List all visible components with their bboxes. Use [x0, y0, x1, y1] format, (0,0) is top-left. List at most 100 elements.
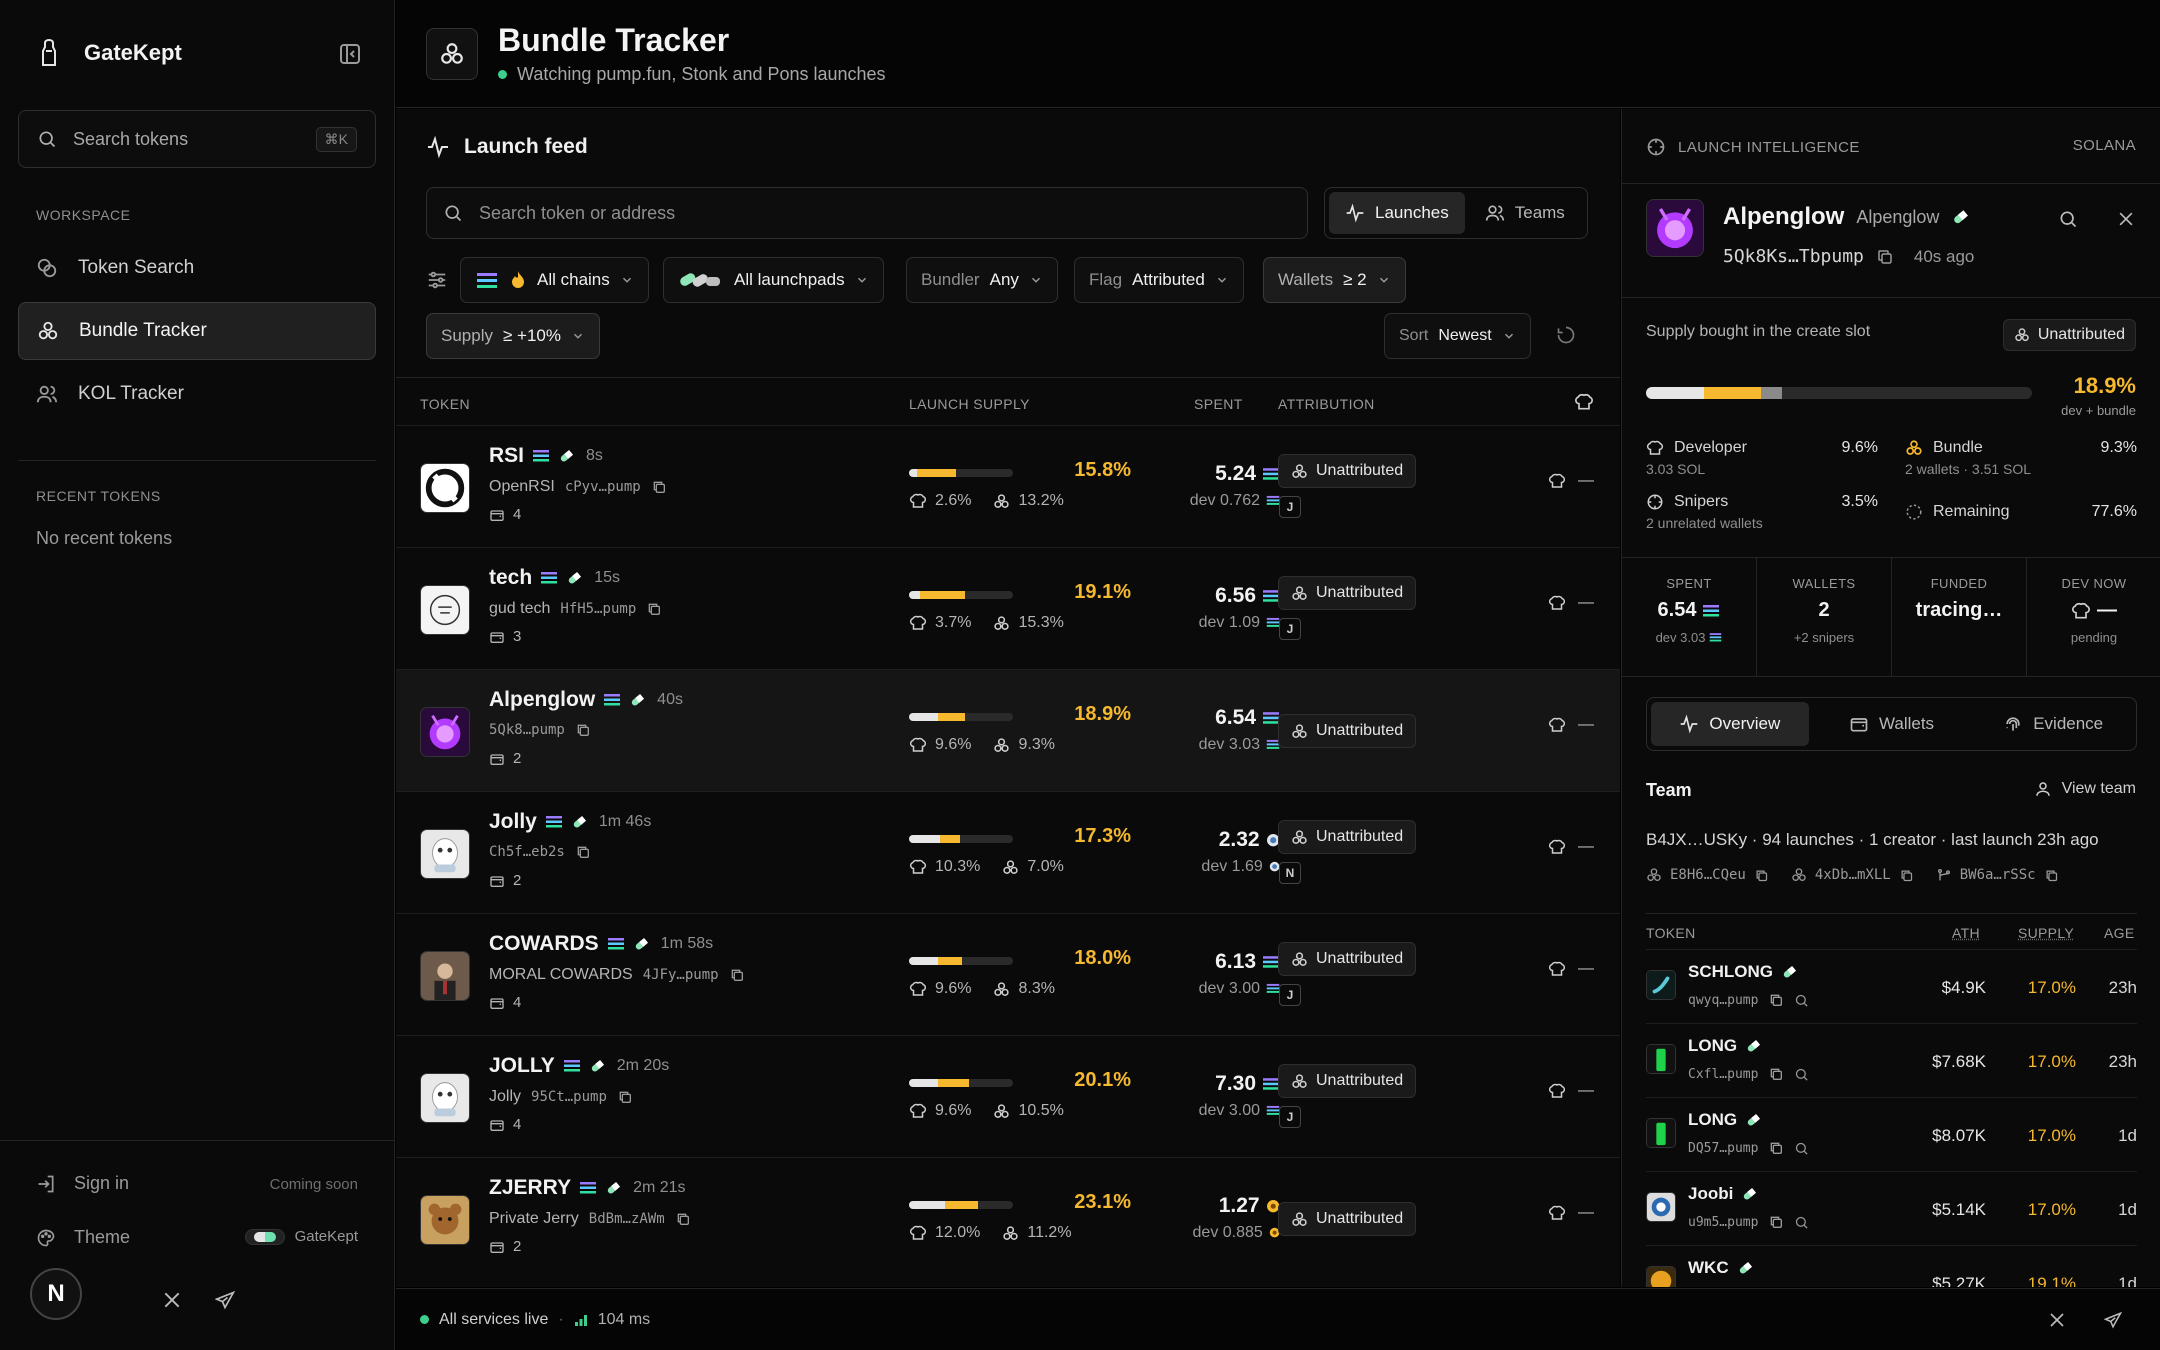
launch-feed: Launch feed Search token or address Laun…: [396, 109, 1620, 1287]
dev-spent-amount: dev 0.762: [1189, 492, 1260, 509]
chains-filter[interactable]: All chains: [460, 257, 649, 303]
copy-button[interactable]: [1768, 1140, 1784, 1156]
sign-in-button[interactable]: Sign in: [36, 1173, 129, 1194]
pill-icon: [635, 937, 648, 950]
view-team-button[interactable]: View team: [2034, 780, 2136, 798]
sort-dropdown[interactable]: Sort Newest: [1384, 313, 1531, 359]
row-actions[interactable]: —: [1548, 716, 1594, 734]
dev-pct: 9.6%: [935, 736, 972, 753]
tab-teams[interactable]: Teams: [1469, 192, 1581, 234]
copy-button[interactable]: [575, 844, 591, 860]
sidebar-item-token-search[interactable]: Token Search: [18, 239, 376, 297]
copy-button[interactable]: [729, 967, 745, 983]
supply-breakdown: 2.6% 13.2%: [909, 492, 1064, 510]
filters-icon[interactable]: [426, 269, 448, 291]
token-age: 40s: [657, 691, 683, 708]
dashed-circle-icon: [1905, 503, 1923, 521]
team-wallet[interactable]: BW6a…rSSc: [1936, 867, 2059, 883]
chef-hat-icon: [909, 615, 927, 630]
table-row[interactable]: ZJERRY 2m 21s Private Jerry BdBm…zAWm 2 23.1%…: [396, 1157, 1620, 1279]
search-icon[interactable]: [2058, 209, 2078, 229]
table-row[interactable]: tech 15s gud tech HfH5…pump 3 19.1% 3.7% 15.3% 6…: [396, 547, 1620, 669]
supply-filter[interactable]: Supply ≥ +10%: [426, 313, 600, 359]
x-icon[interactable]: [2048, 1311, 2066, 1329]
wallet-icon: [490, 631, 504, 643]
collapse-sidebar-icon[interactable]: [338, 42, 362, 66]
bundle-icon: [1292, 951, 1307, 966]
avatar[interactable]: N: [30, 1268, 82, 1320]
brand[interactable]: GateKept: [36, 38, 182, 68]
tab-launches[interactable]: Launches: [1329, 192, 1465, 234]
copy-button[interactable]: [675, 1211, 691, 1227]
copy-button[interactable]: [1768, 1214, 1784, 1230]
theme-row[interactable]: Theme: [36, 1227, 130, 1248]
copy-button[interactable]: [651, 479, 667, 495]
stat-value: 6.54: [1657, 599, 1697, 621]
token-age: 2m 21s: [633, 1179, 686, 1196]
solana-icon: [1266, 1106, 1280, 1116]
telegram-icon[interactable]: [215, 1290, 235, 1310]
pill-icon: [678, 270, 724, 290]
sidebar-item-bundle-tracker[interactable]: Bundle Tracker: [18, 302, 376, 360]
token-search-input[interactable]: Search tokens ⌘K: [18, 110, 376, 168]
refresh-icon[interactable]: [1556, 325, 1576, 345]
search-button[interactable]: [1794, 993, 1809, 1008]
table-row[interactable]: RSI 8s OpenRSI cPyv…pump 4 15.8% 2.6% 13.2% 5.24…: [396, 425, 1620, 547]
row-actions[interactable]: —: [1548, 960, 1594, 978]
search-button[interactable]: [1794, 1067, 1809, 1082]
close-icon[interactable]: [2116, 209, 2136, 229]
workspace-label: WORKSPACE: [36, 207, 131, 223]
theme-toggle[interactable]: GateKept: [244, 1228, 358, 1245]
stats-row: SPENT 6.54 dev 3.03 WALLETS 2 +2 snipers…: [1622, 557, 2160, 677]
list-item[interactable]: LONG Cxfl…pump $7.68K 17.0% 23h: [1646, 1023, 2137, 1097]
supply-bar-bundle: [937, 713, 966, 721]
table-row[interactable]: Jolly 1m 46s Ch5f…eb2s 2 17.3% 10.3% 7.0% 2.32 d…: [396, 791, 1620, 913]
copy-button[interactable]: [617, 1089, 633, 1105]
search-button[interactable]: [1794, 1215, 1809, 1230]
row-actions[interactable]: —: [1548, 838, 1594, 856]
spent-amount: 5.24: [1215, 462, 1256, 485]
tab-wallets[interactable]: Wallets: [1813, 702, 1971, 746]
theme-switch[interactable]: [244, 1228, 285, 1245]
row-actions[interactable]: —: [1548, 594, 1594, 612]
launchpads-filter[interactable]: All launchpads: [663, 257, 884, 303]
row-actions[interactable]: —: [1548, 472, 1594, 490]
bundle-breakdown: Bundle 9.3% 2 wallets · 3.51 SOL: [1905, 439, 2137, 477]
token-image: [420, 585, 470, 635]
row-actions[interactable]: —: [1548, 1204, 1594, 1222]
x-icon[interactable]: [162, 1290, 182, 1310]
table-row[interactable]: COWARDS 1m 58s MORAL COWARDS 4JFy…pump 4 18.0…: [396, 913, 1620, 1035]
dev-pct: 12.0%: [935, 1224, 981, 1241]
table-row[interactable]: Alpenglow 40s 5Qk8…pump 2 18.9% 9.6% 9.3% 6.54 d…: [396, 669, 1620, 791]
list-item[interactable]: WKC $5.27K 19.1% 1d: [1646, 1245, 2137, 1287]
page-subtitle: Watching pump.fun, Stonk and Pons launch…: [498, 64, 886, 85]
copy-button[interactable]: [575, 722, 591, 738]
chip-value: ≥ 2: [1343, 270, 1367, 289]
copy-icon[interactable]: [1876, 248, 1894, 266]
list-item[interactable]: SCHLONG qwyq…pump $4.9K 17.0% 23h: [1646, 949, 2137, 1023]
list-item[interactable]: LONG DQ57…pump $8.07K 17.0% 1d: [1646, 1097, 2137, 1171]
flag-filter[interactable]: Flag Attributed: [1074, 257, 1244, 303]
feed-search-input[interactable]: Search token or address: [426, 187, 1308, 239]
wallet-icon: [490, 1119, 504, 1131]
team-wallet[interactable]: 4xDb…mXLL: [1791, 867, 1914, 883]
table-row[interactable]: JOLLY 2m 20s Jolly 95Ct…pump 4 20.1% 9.6% 10.5%…: [396, 1035, 1620, 1157]
sidebar-item-kol-tracker[interactable]: KOL Tracker: [18, 365, 376, 423]
tab-evidence[interactable]: Evidence: [1974, 702, 2132, 746]
row-actions[interactable]: —: [1548, 1082, 1594, 1100]
copy-button[interactable]: [1768, 1066, 1784, 1082]
search-button[interactable]: [1794, 1141, 1809, 1156]
token-image: [420, 1073, 470, 1123]
wallets-filter[interactable]: Wallets ≥ 2: [1263, 257, 1406, 303]
chip-key: Wallets: [1278, 270, 1334, 289]
copy-button[interactable]: [646, 601, 662, 617]
copy-icon: [1771, 994, 1783, 1006]
recent-tokens-label: RECENT TOKENS: [36, 488, 161, 504]
list-item[interactable]: Joobi u9m5…pump $5.14K 17.0% 1d: [1646, 1171, 2137, 1245]
bundler-filter[interactable]: Bundler Any: [906, 257, 1058, 303]
telegram-icon[interactable]: [2104, 1311, 2122, 1329]
tab-overview[interactable]: Overview: [1651, 702, 1809, 746]
supply-percent: 18.0%: [1074, 947, 1131, 969]
team-wallet[interactable]: E8H6…CQeu: [1646, 867, 1769, 883]
copy-button[interactable]: [1768, 992, 1784, 1008]
